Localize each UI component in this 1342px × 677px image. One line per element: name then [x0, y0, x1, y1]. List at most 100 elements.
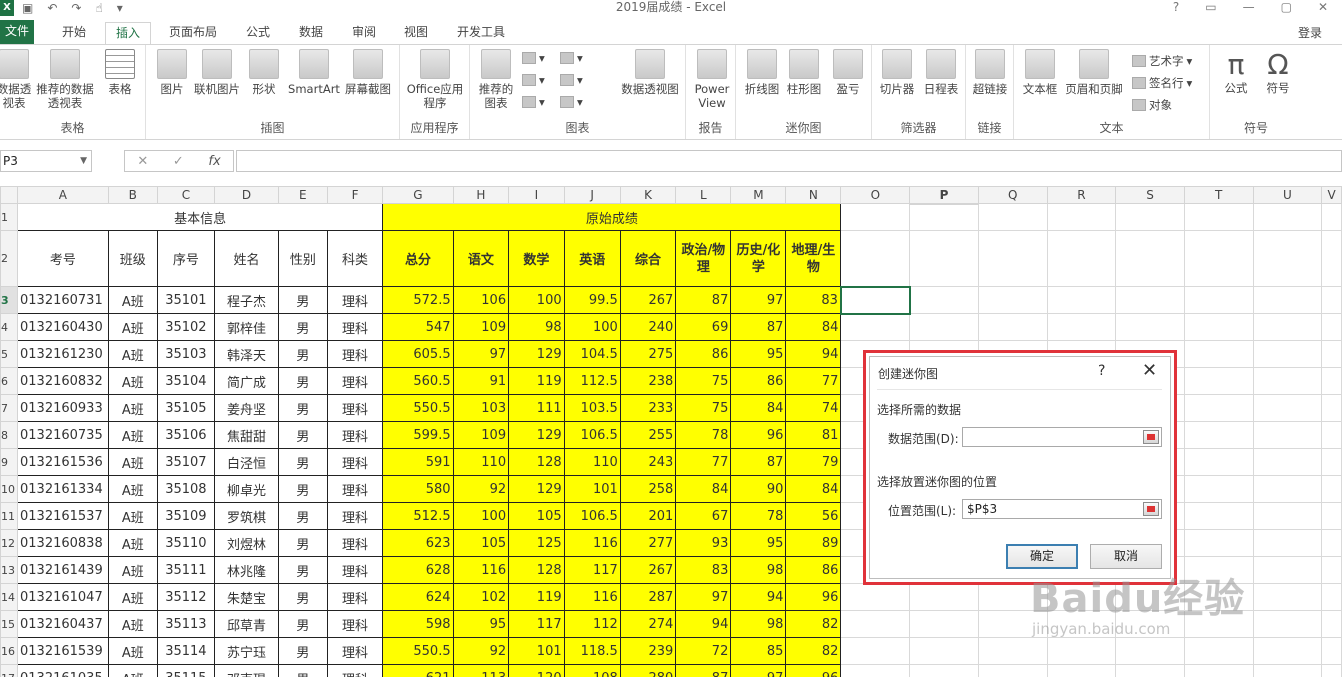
table-cell[interactable]: 84 — [675, 475, 732, 503]
scatter-chart-button[interactable]: ▾ — [560, 95, 583, 109]
cell[interactable] — [1046, 286, 1117, 314]
table-cell[interactable]: 87 — [675, 664, 732, 677]
table-cell[interactable]: 男 — [277, 394, 328, 422]
table-cell[interactable]: 111 — [508, 394, 565, 422]
table-cell[interactable]: 239 — [619, 637, 677, 665]
table-cell[interactable]: A班 — [107, 367, 158, 395]
cell[interactable] — [1183, 448, 1254, 476]
table-cell[interactable]: 100 — [508, 286, 565, 314]
table-cell[interactable]: 82 — [785, 610, 842, 638]
field-header[interactable]: 综合 — [619, 230, 677, 287]
table-cell[interactable]: 男 — [277, 502, 328, 530]
table-cell[interactable]: 110 — [563, 448, 621, 476]
column-header[interactable]: T — [1183, 186, 1254, 204]
table-cell[interactable]: 郭梓佳 — [214, 313, 279, 341]
table-cell[interactable]: 274 — [619, 610, 677, 638]
table-cell[interactable]: 233 — [619, 394, 677, 422]
table-cell[interactable]: 98 — [730, 610, 787, 638]
table-cell[interactable]: 91 — [452, 367, 510, 395]
table-cell[interactable]: 0132160838 — [17, 529, 109, 557]
column-header[interactable]: R — [1046, 186, 1117, 204]
table-cell[interactable]: 100 — [563, 313, 621, 341]
table-cell[interactable]: 0132161230 — [17, 340, 109, 368]
tab-review[interactable]: 审阅 — [352, 22, 376, 44]
field-header[interactable]: 总分 — [382, 230, 454, 287]
cell[interactable] — [1183, 475, 1254, 503]
pivot-table-button[interactable]: 数据透视表 — [0, 49, 34, 110]
table-cell[interactable]: 86 — [675, 340, 732, 368]
cell[interactable] — [1115, 203, 1185, 231]
row-header[interactable]: 5 — [0, 340, 18, 368]
field-header[interactable]: 性别 — [277, 230, 328, 287]
table-cell[interactable]: 96 — [785, 583, 842, 611]
cell[interactable] — [840, 610, 911, 638]
table-cell[interactable]: 512.5 — [382, 502, 454, 530]
table-cell[interactable]: 男 — [277, 421, 328, 449]
table-cell[interactable]: 86 — [785, 556, 842, 584]
cell[interactable] — [1252, 286, 1323, 314]
table-cell[interactable]: 112 — [563, 610, 621, 638]
table-cell[interactable]: 74 — [785, 394, 842, 422]
table-cell[interactable]: 93 — [675, 529, 732, 557]
name-box-dropdown-icon[interactable]: ▼ — [80, 151, 87, 171]
cell[interactable] — [1252, 529, 1323, 557]
table-cell[interactable]: 86 — [730, 367, 787, 395]
cell[interactable] — [1321, 421, 1342, 449]
table-cell[interactable]: A班 — [107, 664, 158, 677]
table-cell[interactable]: 106 — [452, 286, 510, 314]
hyperlink-button[interactable]: 超链接 — [970, 49, 1010, 96]
table-cell[interactable]: 120 — [508, 664, 565, 677]
tab-page-layout[interactable]: 页面布局 — [169, 22, 217, 44]
sparkline-winloss-button[interactable]: 盈亏 — [828, 49, 868, 96]
cell[interactable] — [909, 664, 979, 677]
cell[interactable] — [840, 637, 911, 665]
table-cell[interactable]: 103.5 — [563, 394, 621, 422]
table-cell[interactable]: 623 — [382, 529, 454, 557]
cell[interactable] — [1321, 583, 1342, 611]
table-cell[interactable]: 238 — [619, 367, 677, 395]
table-cell[interactable]: 理科 — [326, 502, 384, 530]
table-cell[interactable]: 0132161047 — [17, 583, 109, 611]
cell[interactable] — [1183, 203, 1254, 231]
column-header[interactable]: O — [840, 186, 911, 204]
field-header[interactable]: 语文 — [452, 230, 510, 287]
table-cell[interactable]: 白泾恒 — [214, 448, 279, 476]
table-cell[interactable]: 87 — [730, 448, 787, 476]
table-cell[interactable]: 97 — [730, 664, 787, 677]
row-header[interactable]: 13 — [0, 556, 18, 584]
table-cell[interactable]: 0132161539 — [17, 637, 109, 665]
table-cell[interactable]: 106.5 — [563, 502, 621, 530]
sparkline-line-button[interactable]: 折线图 — [742, 49, 782, 96]
table-cell[interactable]: A班 — [107, 475, 158, 503]
table-cell[interactable]: 罗筑棋 — [214, 502, 279, 530]
table-cell[interactable]: 35102 — [156, 313, 216, 341]
table-cell[interactable]: A班 — [107, 556, 158, 584]
table-cell[interactable]: 95 — [730, 340, 787, 368]
table-cell[interactable]: 550.5 — [382, 394, 454, 422]
table-cell[interactable]: 苏宁珏 — [214, 637, 279, 665]
cell[interactable] — [1321, 230, 1342, 287]
table-cell[interactable]: A班 — [107, 448, 158, 476]
cell[interactable] — [1321, 286, 1342, 314]
table-cell[interactable]: 96 — [785, 664, 842, 677]
column-header[interactable]: S — [1115, 186, 1185, 204]
cell[interactable] — [1321, 556, 1342, 584]
table-cell[interactable]: 103 — [452, 394, 510, 422]
cell[interactable] — [1252, 610, 1323, 638]
cell[interactable] — [1183, 421, 1254, 449]
table-cell[interactable]: 理科 — [326, 340, 384, 368]
cell[interactable] — [1115, 230, 1185, 287]
table-cell[interactable]: 108 — [563, 664, 621, 677]
table-cell[interactable]: 116 — [563, 529, 621, 557]
table-cell[interactable]: 628 — [382, 556, 454, 584]
table-cell[interactable]: 0132161537 — [17, 502, 109, 530]
textbox-button[interactable]: 文本框 — [1020, 49, 1060, 96]
signature-line-button[interactable]: 签名行 ▾ — [1132, 75, 1192, 91]
field-header[interactable]: 政治/物理 — [675, 230, 732, 287]
row-header[interactable]: 16 — [0, 637, 18, 665]
ribbon-display-icon[interactable]: ▭ — [1205, 0, 1216, 14]
table-cell[interactable]: 35111 — [156, 556, 216, 584]
table-cell[interactable]: 邓克琨 — [214, 664, 279, 677]
table-cell[interactable]: 110 — [452, 448, 510, 476]
cell[interactable] — [909, 637, 979, 665]
